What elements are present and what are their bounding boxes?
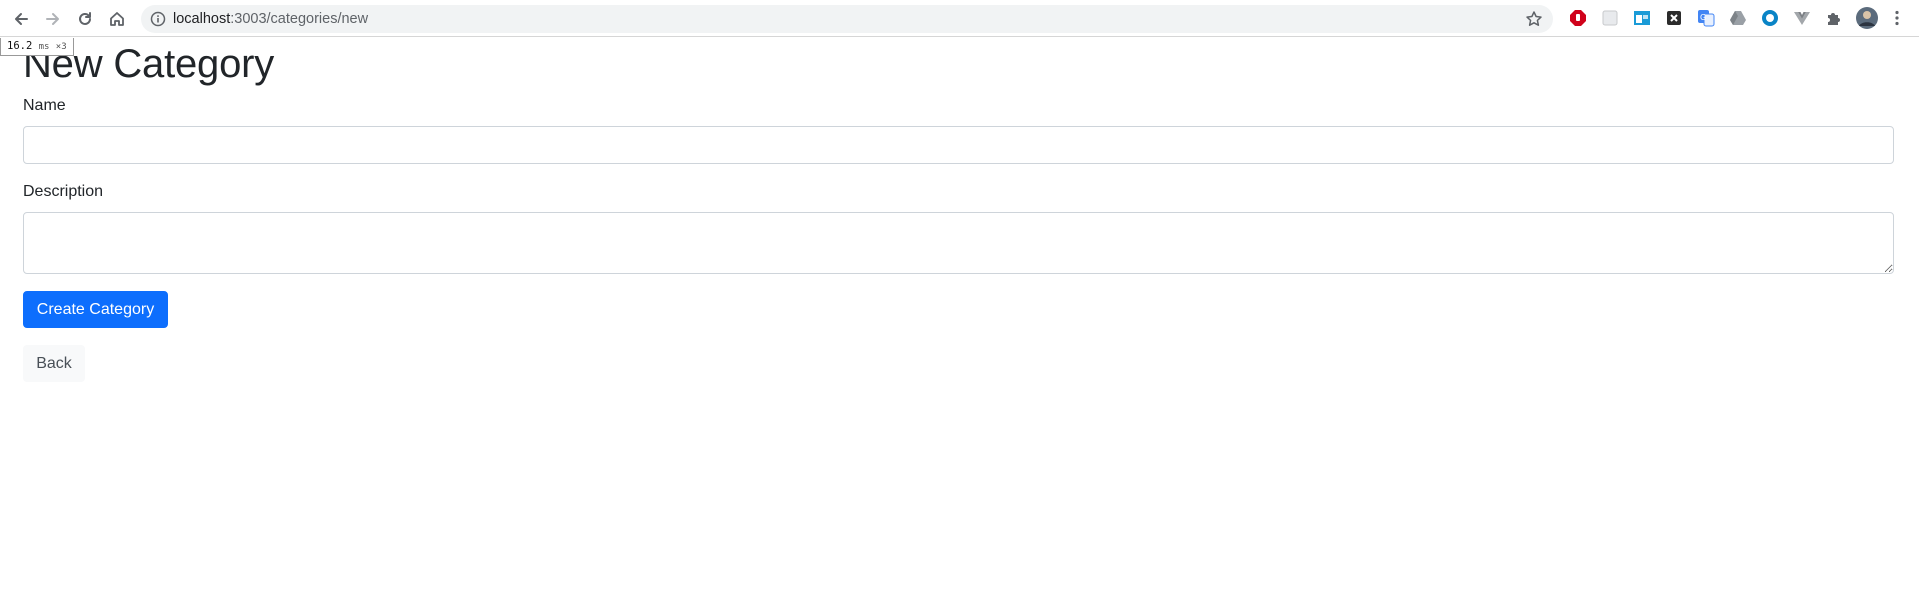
profile-avatar[interactable] <box>1856 7 1878 29</box>
home-icon[interactable] <box>103 5 131 33</box>
timing-value: 16.2 <box>7 40 33 52</box>
description-field[interactable] <box>23 212 1894 274</box>
browser-toolbar: localhost:3003/categories/new G <box>0 0 1919 37</box>
info-icon[interactable] <box>150 11 166 27</box>
blank-extension-icon[interactable] <box>1601 9 1619 27</box>
address-bar[interactable]: localhost:3003/categories/new <box>141 5 1553 33</box>
translate-icon[interactable]: G <box>1697 9 1715 27</box>
kebab-menu-icon[interactable] <box>1888 9 1906 27</box>
name-field[interactable] <box>23 126 1894 164</box>
timing-badge: 16.2 ms ×3 <box>0 38 74 56</box>
back-arrow-icon[interactable] <box>7 5 35 33</box>
forward-arrow-icon[interactable] <box>39 5 67 33</box>
bookmark-star-icon[interactable] <box>1525 10 1543 28</box>
timing-unit: ms <box>38 42 50 52</box>
url-host: localhost <box>173 11 231 27</box>
name-label: Name <box>23 97 66 114</box>
adblock-icon[interactable] <box>1569 9 1587 27</box>
puzzle-icon[interactable] <box>1825 9 1843 27</box>
reload-icon[interactable] <box>71 5 99 33</box>
vue-devtools-icon[interactable] <box>1793 9 1811 27</box>
circle-extension-icon[interactable] <box>1761 9 1779 27</box>
timing-count: ×3 <box>55 42 67 52</box>
window-extension-icon[interactable] <box>1633 9 1651 27</box>
drive-icon[interactable] <box>1729 9 1747 27</box>
description-label: Description <box>23 183 104 200</box>
url-path: :3003/categories/new <box>230 11 369 27</box>
create-category-button[interactable]: Create Category <box>23 291 168 328</box>
back-button[interactable]: Back <box>23 345 85 382</box>
url-text[interactable]: localhost:3003/categories/new <box>173 10 368 28</box>
x-extension-icon[interactable] <box>1665 9 1683 27</box>
svg-text:G: G <box>1700 13 1706 22</box>
